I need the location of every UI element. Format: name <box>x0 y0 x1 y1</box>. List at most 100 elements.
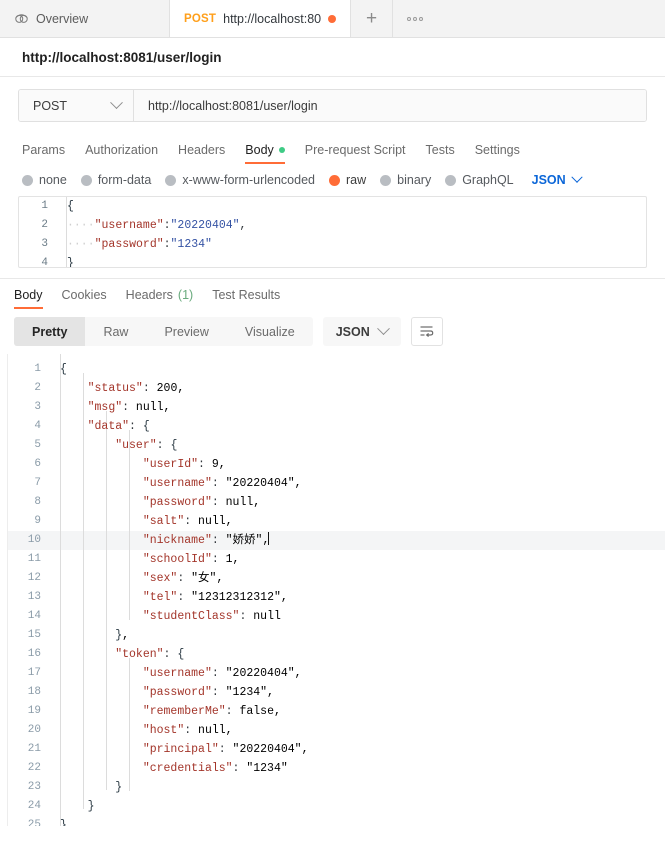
text-cursor <box>268 532 270 545</box>
http-method-select[interactable]: POST <box>19 90 134 121</box>
response-tab-headers[interactable]: Headers (1) <box>126 288 194 309</box>
code-line: 1{ <box>8 360 665 379</box>
radio-icon <box>165 174 177 186</box>
tab-authorization[interactable]: Authorization <box>85 143 158 164</box>
code-text: "userId": 9, <box>142 458 226 471</box>
code-line: 5 "user": { <box>8 436 665 455</box>
code-text: "password": "1234", <box>142 686 274 699</box>
more-dot-icon <box>407 16 412 21</box>
radio-icon <box>380 174 392 186</box>
body-type-raw-label: raw <box>346 173 367 187</box>
code-text: } <box>87 800 95 813</box>
line-number: 19 <box>27 705 41 717</box>
tab-overview-label: Overview <box>36 11 89 26</box>
code-text: "salt": null, <box>142 515 233 528</box>
code-text: "studentClass": null <box>142 610 281 623</box>
line-number: 11 <box>27 553 41 565</box>
body-type-binary[interactable]: binary <box>380 173 431 187</box>
response-tab-headers-label: Headers <box>125 288 173 302</box>
response-tab-body[interactable]: Body <box>14 288 43 309</box>
tab-tests[interactable]: Tests <box>426 143 455 164</box>
code-text: "status": 200, <box>87 382 185 395</box>
code-text: "data": { <box>87 420 150 433</box>
chevron-down-icon <box>571 171 583 183</box>
code-line: 9 "salt": null, <box>8 512 665 531</box>
response-view-segmented-control: Pretty Raw Preview Visualize <box>14 317 313 346</box>
code-text: "username": "20220404", <box>142 477 302 490</box>
code-text: } <box>60 819 67 826</box>
view-pretty[interactable]: Pretty <box>14 317 86 346</box>
view-preview[interactable]: Preview <box>146 317 226 346</box>
code-line: 23 } <box>8 778 665 797</box>
word-wrap-button[interactable] <box>410 317 443 346</box>
code-line: 6 "userId": 9, <box>8 455 665 474</box>
postman-window: Overview POST http://localhost:80 + http… <box>0 0 665 853</box>
line-number: 15 <box>27 629 41 641</box>
code-line: 22 "credentials": "1234" <box>8 759 665 778</box>
response-tab-test-results[interactable]: Test Results <box>212 288 280 309</box>
view-raw-label: Raw <box>103 324 129 339</box>
code-line: 12 "sex": "女", <box>8 569 665 588</box>
code-text: { <box>60 363 67 376</box>
code-text: "credentials": "1234" <box>142 762 288 775</box>
line-number: 13 <box>27 591 41 603</box>
tab-authorization-label: Authorization <box>85 143 159 157</box>
body-type-binary-label: binary <box>397 173 432 187</box>
tab-settings[interactable]: Settings <box>475 143 520 164</box>
code-line: 7 "username": "20220404", <box>8 474 665 493</box>
code-text: "tel": "12312312312", <box>142 591 288 604</box>
line-number: 3 <box>41 238 48 250</box>
tab-headers[interactable]: Headers <box>178 143 225 164</box>
response-tab-body-label: Body <box>14 288 43 302</box>
request-body-editor[interactable]: 1 { 2 ····"username":"20220404", 3 ····"… <box>18 196 647 268</box>
tab-request-post[interactable]: POST http://localhost:80 <box>170 0 352 37</box>
body-type-x-www-form-urlencoded-label: x-www-form-urlencoded <box>182 173 315 187</box>
body-type-none[interactable]: none <box>22 173 67 187</box>
more-options-button[interactable] <box>393 0 437 37</box>
code-line: 19 "rememberMe": false, <box>8 702 665 721</box>
response-tab-bar: Body Cookies Headers (1) Test Results <box>0 279 665 309</box>
code-text: "nickname": "娇娇", <box>142 532 270 547</box>
tab-pre-request-script[interactable]: Pre-request Script <box>305 143 406 164</box>
line-number: 23 <box>27 781 41 793</box>
code-line: 4 } <box>19 254 646 267</box>
line-number: 8 <box>34 496 41 508</box>
code-line: 17 "username": "20220404", <box>8 664 665 683</box>
view-raw[interactable]: Raw <box>85 317 146 346</box>
tab-params[interactable]: Params <box>22 143 65 164</box>
code-line: 21 "principal": "20220404", <box>8 740 665 759</box>
body-type-graphql[interactable]: GraphQL <box>445 173 514 187</box>
body-type-graphql-label: GraphQL <box>462 173 514 187</box>
code-line: 11 "schoolId": 1, <box>8 550 665 569</box>
code-line: 14 "studentClass": null <box>8 607 665 626</box>
line-number: 7 <box>34 477 41 489</box>
new-tab-button[interactable]: + <box>351 0 394 37</box>
line-number: 20 <box>27 724 41 736</box>
body-type-form-data[interactable]: form-data <box>80 173 151 187</box>
url-bar-section: POST http://localhost:8081/user/login <box>0 77 665 132</box>
tab-tests-label: Tests <box>425 143 455 157</box>
tab-url-label: http://localhost:80 <box>223 11 322 26</box>
line-number: 14 <box>27 610 41 622</box>
response-body-editor[interactable]: 1{2 "status": 200, 3 "msg": null, 4 "data"… <box>7 354 665 826</box>
url-input[interactable]: http://localhost:8081/user/login <box>134 90 646 121</box>
code-line: 2 "status": 200, <box>8 379 665 398</box>
line-number: 2 <box>41 219 48 231</box>
body-type-raw[interactable]: raw <box>329 173 366 187</box>
http-method-value: POST <box>33 98 68 113</box>
code-text: "password": null, <box>142 496 261 509</box>
view-visualize[interactable]: Visualize <box>227 317 313 346</box>
code-line: 24 } <box>8 797 665 816</box>
code-text: "msg": null, <box>87 401 171 414</box>
body-format-select[interactable]: JSON <box>532 171 583 187</box>
tab-body[interactable]: Body <box>245 143 285 164</box>
code-text: "token": { <box>115 648 185 661</box>
response-tab-cookies[interactable]: Cookies <box>62 288 107 309</box>
response-format-select[interactable]: JSON <box>322 317 401 346</box>
tab-overview[interactable]: Overview <box>0 0 170 37</box>
code-text: "rememberMe": false, <box>142 705 281 718</box>
body-type-x-www-form-urlencoded[interactable]: x-www-form-urlencoded <box>165 173 315 187</box>
code-line: 3 "msg": null, <box>8 398 665 417</box>
code-text: "principal": "20220404", <box>142 743 309 756</box>
url-bar: POST http://localhost:8081/user/login <box>18 89 647 122</box>
